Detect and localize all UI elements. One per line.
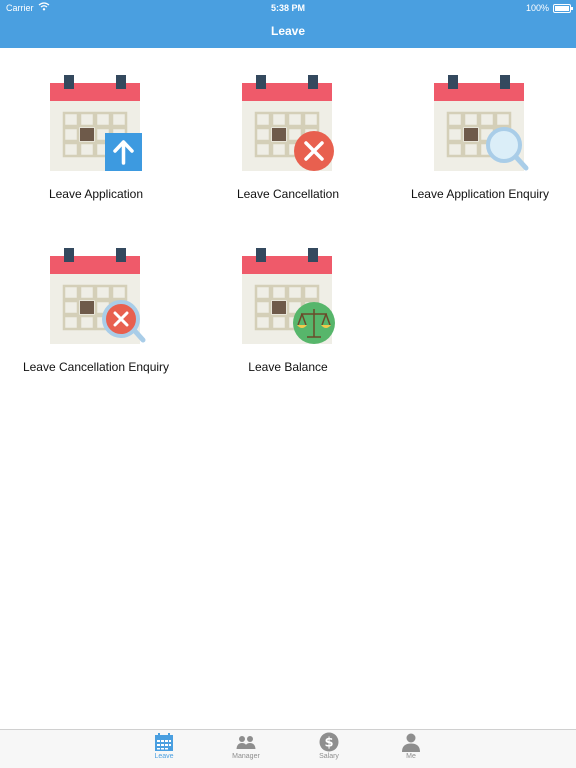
tab-manager[interactable]: Manager [216, 732, 276, 760]
calendar-cancel-icon [242, 75, 334, 171]
leave-cancellation-enquiry-label: Leave Cancellation Enquiry [22, 360, 170, 374]
people-icon [236, 736, 256, 749]
tab-salary-label: Salary [319, 753, 339, 760]
leave-application-tile[interactable]: Leave Application [16, 73, 176, 201]
status-bar: Carrier 5:38 PM 100% [0, 0, 576, 16]
leave-cancellation-tile[interactable]: Leave Cancellation [208, 73, 368, 201]
leave-application-enquiry-label: Leave Application Enquiry [410, 187, 550, 201]
dollar-icon: $ [319, 732, 339, 752]
leave-cancellation-enquiry-tile[interactable]: Leave Cancellation Enquiry [16, 246, 176, 374]
status-time: 5:38 PM [270, 3, 305, 13]
calendar-scale-icon [242, 248, 335, 344]
tab-me-label: Me [406, 753, 416, 760]
tab-leave[interactable]: Leave [134, 732, 194, 760]
leave-application-enquiry-tile[interactable]: Leave Application Enquiry [400, 73, 560, 201]
leave-balance-tile[interactable]: Leave Balance [208, 246, 368, 374]
app-header: Carrier 5:38 PM 100% Leave [0, 0, 576, 48]
tab-bar: Leave Manager $ Salary Me [0, 729, 576, 768]
tab-manager-label: Manager [232, 753, 260, 760]
leave-balance-label: Leave Balance [248, 360, 328, 374]
svg-text:$: $ [324, 736, 333, 751]
leave-cancellation-label: Leave Cancellation [236, 187, 340, 201]
tab-me[interactable]: Me [381, 732, 441, 760]
calendar-upload-icon [50, 75, 142, 171]
calendar-tab-icon [155, 733, 173, 751]
calendar-search-icon [434, 75, 529, 171]
tab-leave-label: Leave [154, 753, 174, 760]
page-title: Leave [270, 24, 306, 38]
battery-icon [553, 4, 573, 13]
calendar-cancel-search-icon [50, 248, 146, 344]
person-icon [402, 733, 420, 752]
tab-salary[interactable]: $ Salary [299, 732, 359, 760]
leave-application-label: Leave Application [48, 187, 144, 201]
battery-percent: 100% [525, 3, 549, 13]
